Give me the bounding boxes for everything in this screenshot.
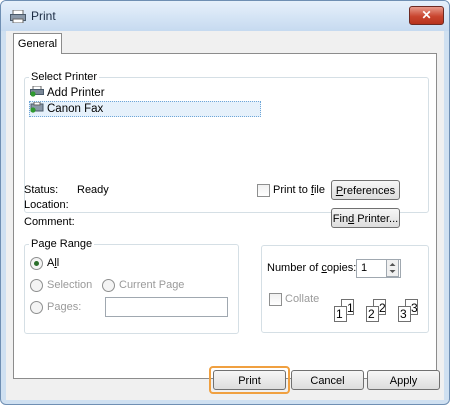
apply-button-label: Apply bbox=[389, 375, 418, 387]
general-tab-panel: Select Printer Add Printer Canon Fax Sta… bbox=[13, 53, 437, 379]
title-bar[interactable]: Print ✕ bbox=[1, 1, 449, 31]
printer-item-label: Canon Fax bbox=[47, 103, 104, 115]
close-button[interactable]: ✕ bbox=[409, 6, 444, 25]
fax-printer-icon bbox=[30, 102, 44, 113]
apply-button[interactable]: Apply bbox=[367, 370, 440, 390]
copies-label-pre: Number of bbox=[267, 262, 322, 274]
status-value: Ready bbox=[77, 184, 109, 196]
print-button-label: Print bbox=[238, 375, 261, 387]
print-to-file-checkbox[interactable] bbox=[257, 184, 270, 197]
collate-page-number: 2 bbox=[368, 307, 375, 321]
location-label: Location: bbox=[24, 199, 69, 211]
number-of-copies-label: Number of copies: bbox=[267, 262, 356, 274]
collate-label: Collate bbox=[285, 293, 320, 305]
pages-input[interactable] bbox=[105, 297, 228, 317]
spinner-arrows-icon bbox=[389, 263, 396, 273]
copies-spinner[interactable] bbox=[386, 259, 399, 277]
printer-icon bbox=[10, 10, 26, 23]
collate-page-number: 2 bbox=[379, 301, 386, 315]
printer-item-label: Add Printer bbox=[47, 87, 105, 99]
radio-selection-label: Selection bbox=[47, 279, 93, 291]
find-printer-button-post: Printer... bbox=[354, 213, 399, 225]
collate-page-number: 3 bbox=[411, 301, 418, 315]
collate-page-number: 1 bbox=[336, 307, 343, 321]
radio-selection[interactable] bbox=[30, 279, 43, 292]
print-to-file-label-post: ile bbox=[313, 184, 325, 196]
find-printer-button-pre: Fin bbox=[332, 213, 349, 225]
print-to-file-label-pre: Print to bbox=[273, 184, 311, 196]
dialog-client-area: General Select Printer Add Printer Canon… bbox=[6, 31, 444, 400]
copies-group: Number of copies: 1 Collate 1 1 2 2 3 3 bbox=[261, 245, 429, 333]
radio-current-page-label: Current Page bbox=[119, 279, 185, 291]
collate-checkbox[interactable] bbox=[269, 293, 282, 306]
cancel-button[interactable]: Cancel bbox=[291, 370, 364, 390]
tab-general[interactable]: General bbox=[13, 33, 62, 54]
page-range-group: Page Range All Selection Current Page Pa… bbox=[24, 238, 239, 334]
select-printer-legend: Select Printer bbox=[31, 71, 98, 83]
radio-all[interactable] bbox=[30, 257, 43, 270]
page-range-legend: Page Range bbox=[31, 238, 93, 250]
cancel-button-label: Cancel bbox=[310, 375, 345, 387]
window-title: Print bbox=[31, 9, 56, 23]
preferences-button[interactable]: Preferences bbox=[331, 180, 400, 200]
find-printer-button[interactable]: Find Printer... bbox=[331, 208, 400, 228]
comment-label: Comment: bbox=[24, 216, 75, 228]
print-dialog-window: Print ✕ General Select Printer Add Print… bbox=[0, 0, 450, 405]
radio-current-page[interactable] bbox=[102, 279, 115, 292]
print-to-file-label[interactable]: Print to file bbox=[273, 184, 325, 196]
preferences-button-label: references bbox=[343, 185, 396, 197]
print-button[interactable]: Print bbox=[213, 370, 286, 390]
radio-pages[interactable] bbox=[30, 301, 43, 314]
radio-all-label[interactable]: All bbox=[47, 257, 59, 269]
select-printer-group: Select Printer Add Printer Canon Fax Sta… bbox=[24, 71, 429, 228]
radio-pages-label: Pages: bbox=[47, 301, 82, 313]
printer-item-add-printer[interactable]: Add Printer bbox=[30, 86, 105, 100]
status-label: Status: bbox=[24, 184, 59, 196]
tab-general-label: General bbox=[17, 38, 58, 50]
collate-page-number: 1 bbox=[347, 301, 354, 315]
copies-label-post: opies: bbox=[326, 262, 357, 274]
printer-item-canon-fax[interactable]: Canon Fax bbox=[29, 101, 261, 117]
collate-page-number: 3 bbox=[400, 307, 407, 321]
add-printer-icon bbox=[30, 86, 44, 97]
close-icon: ✕ bbox=[421, 8, 432, 22]
